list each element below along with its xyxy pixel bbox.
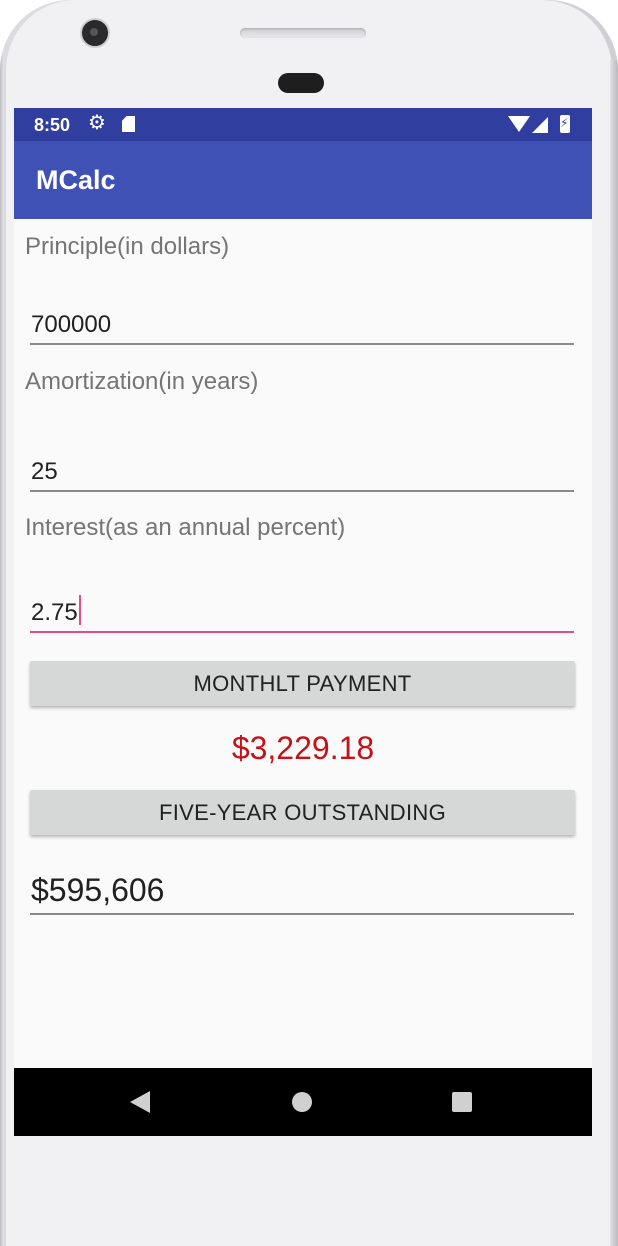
sd-card-icon	[122, 116, 135, 132]
interest-field[interactable]: 2.75	[30, 595, 574, 633]
signal-icon	[532, 117, 548, 133]
interest-value: 2.75	[31, 599, 78, 626]
navigation-bar	[14, 1068, 592, 1136]
interest-value-wrapper: 2.75	[31, 595, 81, 627]
calculator-form: Principle(in dollars) 700000 Amortizatio…	[14, 219, 592, 1068]
wifi-icon	[508, 116, 530, 132]
monthly-payment-button[interactable]: MONTHLT PAYMENT	[30, 661, 575, 706]
front-camera	[80, 18, 110, 48]
status-time: 8:50	[34, 115, 71, 135]
status-bar: 8:50 ⚙	[14, 108, 592, 141]
phone-screen: 8:50 ⚙ MCalc Principle(in dollars) 70000…	[14, 108, 592, 1136]
five-year-outstanding-value: $595,606	[31, 872, 165, 908]
gear-icon: ⚙	[88, 112, 106, 134]
principle-label: Principle(in dollars)	[25, 233, 230, 260]
device-edge-left	[0, 0, 4, 1246]
five-year-outstanding-field[interactable]: $595,606	[30, 868, 574, 915]
app-bar: MCalc	[14, 141, 592, 219]
battery-icon	[560, 115, 570, 133]
amortization-value: 25	[31, 458, 58, 485]
interest-label: Interest(as an annual percent)	[25, 514, 346, 541]
device-frame: 8:50 ⚙ MCalc Principle(in dollars) 70000…	[0, 0, 618, 1246]
app-title: MCalc	[36, 165, 116, 195]
five-year-outstanding-button[interactable]: FIVE-YEAR OUTSTANDING	[30, 790, 575, 835]
device-edge-right	[610, 60, 618, 1246]
monthly-payment-result: $3,229.18	[231, 730, 375, 766]
recents-icon[interactable]	[452, 1092, 472, 1112]
speaker-grille	[240, 28, 366, 38]
text-cursor	[78, 595, 81, 625]
amortization-field[interactable]: 25	[30, 456, 574, 492]
amortization-label: Amortization(in years)	[25, 368, 259, 395]
proximity-sensor	[278, 73, 324, 93]
principle-field[interactable]: 700000	[30, 309, 574, 345]
home-icon[interactable]	[292, 1092, 312, 1112]
principle-value: 700000	[31, 311, 112, 338]
back-icon[interactable]	[130, 1091, 150, 1113]
